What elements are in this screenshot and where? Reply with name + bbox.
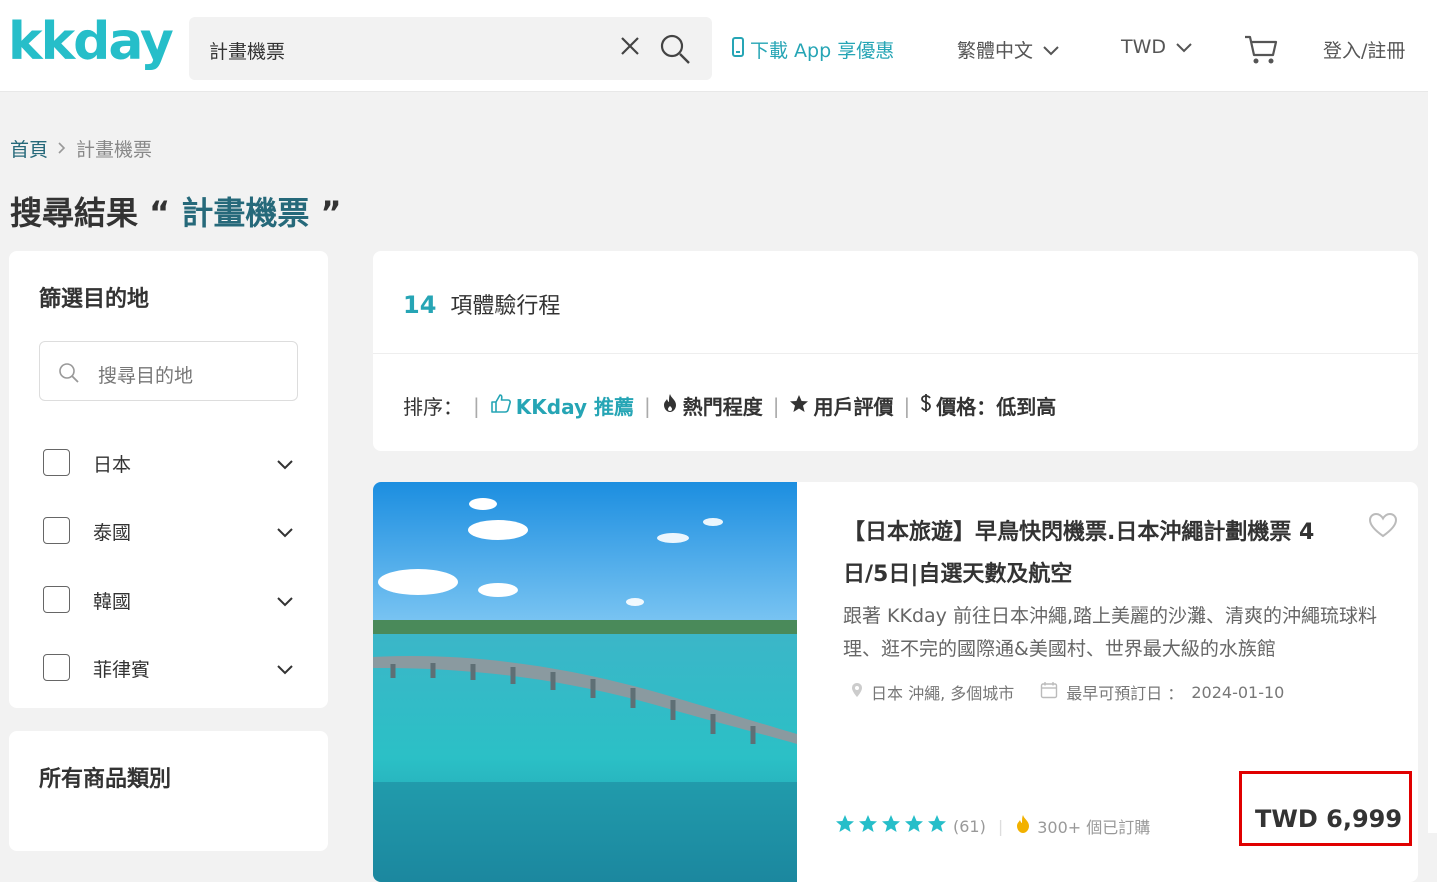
kkday-logo[interactable]: kkday	[8, 10, 174, 74]
results-prefix: 搜尋結果	[10, 194, 139, 232]
sort-option-label: KKday 推薦	[515, 395, 634, 419]
results-keyword: 計畫機票	[181, 194, 310, 232]
checkbox[interactable]	[43, 586, 70, 613]
calendar-icon	[1040, 681, 1058, 703]
results-close-quote: ”	[320, 194, 342, 232]
product-meta: 日本 沖繩, 多個城市 最早可預訂日 ： 2024-01-10	[851, 680, 1284, 704]
product-location: 日本 沖繩, 多個城市	[871, 684, 1015, 703]
download-app-link[interactable]: 下載 App 享優惠	[732, 36, 894, 63]
login-label: 登入/註冊	[1323, 40, 1406, 62]
separator: |	[903, 393, 911, 418]
destination-filter-panel: 篩選目的地 搜尋目的地 日本 泰國 韓國 菲律賓	[9, 251, 328, 708]
result-count: 14 項體驗行程	[403, 288, 560, 320]
search-icon[interactable]	[659, 33, 691, 69]
sort-popularity[interactable]: 熱門程度	[661, 391, 763, 420]
sort-label: 排序：	[403, 395, 463, 419]
sort-option-label: 價格：低到高	[936, 395, 1057, 419]
rating-stars	[835, 814, 947, 838]
sort-price[interactable]: 價格：低到高	[920, 391, 1056, 420]
destination-search-input[interactable]: 搜尋目的地	[39, 341, 298, 401]
currency-selector[interactable]: TWD	[1121, 36, 1192, 58]
language-selector[interactable]: 繁體中文	[957, 36, 1059, 63]
results-open-quote: “	[149, 194, 171, 232]
destination-search-placeholder: 搜尋目的地	[98, 365, 194, 387]
filter-title: 篩選目的地	[39, 287, 150, 312]
destination-item-korea[interactable]: 韓國	[43, 586, 293, 616]
page-title: 搜尋結果 “ 計畫機票 ”	[10, 188, 342, 234]
product-image[interactable]	[373, 482, 797, 882]
separator: |	[473, 393, 480, 418]
sort-rating[interactable]: 用戶評價	[789, 391, 893, 420]
separator: |	[772, 393, 780, 418]
sort-option-label: 用戶評價	[813, 395, 894, 419]
currency-label: TWD	[1121, 36, 1167, 58]
destination-item-philippines[interactable]: 菲律賓	[43, 654, 293, 684]
flame-icon	[1015, 814, 1031, 838]
separator: |	[643, 393, 651, 418]
result-count-label: 項體驗行程	[450, 294, 561, 319]
category-title: 所有商品類別	[39, 767, 172, 792]
destination-item-thailand[interactable]: 泰國	[43, 517, 293, 547]
checkbox[interactable]	[43, 654, 70, 681]
category-filter-panel: 所有商品類別	[9, 731, 328, 851]
checkbox[interactable]	[43, 517, 70, 544]
product-description: 跟著 KKday 前往日本沖繩,踏上美麗的沙灘、清爽的沖繩琉球料理、逛不完的國際…	[843, 605, 1377, 660]
product-price: TWD 6,999	[1255, 805, 1403, 833]
location-pin-icon	[851, 682, 863, 702]
search-icon	[58, 362, 80, 388]
chevron-down-icon[interactable]	[277, 660, 293, 679]
product-title[interactable]: 【日本旅遊】早鳥快閃機票.日本沖繩計劃機票 4日/5日|自選天數及航空	[843, 512, 1333, 596]
page-edge	[1428, 0, 1437, 833]
breadcrumb: 首頁 計畫機票	[10, 135, 152, 162]
chevron-down-icon[interactable]	[277, 455, 293, 474]
cart-icon[interactable]	[1244, 34, 1278, 70]
destination-item-japan[interactable]: 日本	[43, 449, 293, 479]
close-icon[interactable]	[619, 35, 641, 61]
product-rating-row: (61) | 300+ 個已訂購	[835, 814, 1150, 838]
sort-option-label: 熱門程度	[682, 395, 763, 419]
destination-label: 菲律賓	[93, 659, 151, 681]
flame-icon	[661, 393, 679, 418]
destination-label: 韓國	[93, 591, 132, 613]
download-app-label: 下載 App 享優惠	[750, 40, 895, 62]
booked-count: 300+ 個已訂購	[1037, 818, 1151, 837]
search-input[interactable]: 計畫機票	[209, 37, 285, 64]
checkbox[interactable]	[43, 449, 70, 476]
earliest-label: 最早可預訂日 ：	[1066, 684, 1184, 703]
sort-bar: 排序： | KKday 推薦 | 熱門程度 | 用戶評價 | 價格：低到高	[403, 391, 1056, 420]
heart-icon[interactable]	[1368, 512, 1398, 542]
destination-label: 日本	[93, 454, 132, 476]
phone-icon	[732, 37, 744, 62]
search-bar[interactable]: 計畫機票	[189, 17, 712, 80]
chevron-down-icon[interactable]	[277, 592, 293, 611]
login-link[interactable]: 登入/註冊	[1323, 36, 1405, 63]
language-label: 繁體中文	[957, 40, 1034, 62]
result-count-number: 14	[403, 291, 437, 319]
top-header: kkday 計畫機票 下載 App 享優惠 繁體中文 TWD 登入/註冊	[0, 0, 1428, 92]
earliest-date: 2024-01-10	[1191, 682, 1285, 702]
results-summary-panel: 14 項體驗行程 排序： | KKday 推薦 | 熱門程度 | 用戶評價 |	[373, 251, 1418, 451]
chevron-right-icon	[58, 139, 66, 158]
thumbs-up-icon	[490, 393, 512, 418]
breadcrumb-home[interactable]: 首頁	[10, 135, 48, 162]
dollar-icon	[920, 393, 932, 418]
breadcrumb-current: 計畫機票	[76, 139, 153, 161]
chevron-down-icon[interactable]	[277, 523, 293, 542]
destination-label: 泰國	[93, 522, 132, 544]
star-icon	[789, 394, 809, 418]
chevron-down-icon	[1176, 36, 1192, 58]
divider	[373, 353, 1418, 354]
sort-recommended[interactable]: KKday 推薦	[490, 391, 634, 420]
chevron-down-icon	[1043, 39, 1059, 61]
